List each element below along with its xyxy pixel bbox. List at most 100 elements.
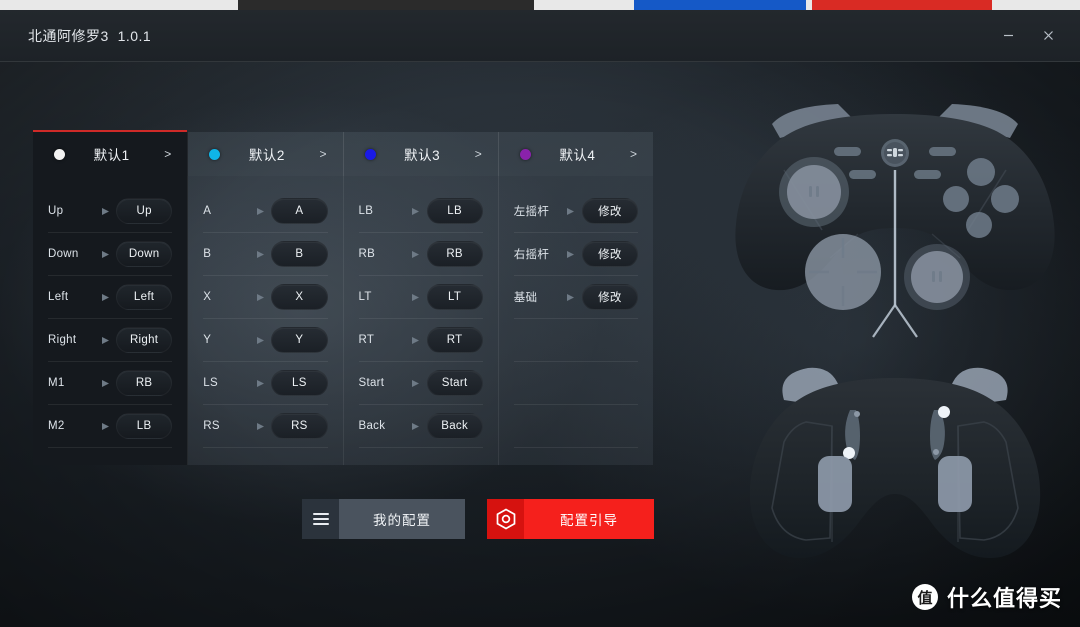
arrow-right-icon [94, 422, 116, 431]
shoulder-and-system-panel: LB LB RB RB LT LT RT RT Start Start Back… [343, 176, 499, 465]
mapping-target-button[interactable]: LT [426, 284, 483, 310]
mapping-target-button[interactable]: LB [426, 198, 483, 224]
application-root: 北通阿修罗3 1.0.1 默认1 > 默认2 > 默认3 > 默认4 > Up … [0, 0, 1080, 627]
mapping-row: LB LB [358, 190, 483, 233]
mapping-source-label: Y [203, 334, 212, 346]
mapping-row: Up Up [48, 190, 173, 233]
mapping-source-label: 右摇杆 [513, 249, 550, 261]
mapping-source-label: RS [203, 420, 220, 432]
mapping-target-button[interactable]: LS [271, 370, 328, 396]
mapping-row: M1 RB [48, 362, 173, 405]
tab-profile-3[interactable]: 默认3 > [343, 132, 499, 176]
mapping-row: 左摇杆 修改 [513, 190, 638, 233]
mapping-target-button[interactable]: Right [116, 327, 173, 353]
mapping-source-label: LS [203, 377, 218, 389]
mapping-target-button[interactable]: RS [271, 413, 328, 439]
dpad-and-macro-panel: Up Up Down Down Left Left Right Right M1… [33, 176, 189, 465]
action-buttons: 我的配置 配置引导 [302, 499, 654, 539]
mapping-source-label: LB [358, 205, 374, 217]
mapping-target-button[interactable]: Back [426, 413, 483, 439]
mapping-target-button[interactable]: Y [271, 327, 328, 353]
arrow-right-icon [94, 293, 116, 302]
mapping-row-empty [513, 319, 638, 362]
mapping-source-label: B [203, 248, 212, 260]
chevron-right-icon-4[interactable]: > [630, 147, 637, 161]
mapping-source-label: RT [358, 334, 375, 346]
profile-tab-bar: 默认1 > 默认2 > 默认3 > 默认4 > [33, 130, 653, 176]
my-config-button[interactable]: 我的配置 [302, 499, 465, 539]
sticks-and-basic-panel: 左摇杆 修改 右摇杆 修改 基础 修改 [498, 176, 653, 465]
background-strip-dark [238, 0, 534, 10]
arrow-right-icon [249, 293, 271, 302]
mapping-row: LS LS [203, 362, 328, 405]
mapping-target-button[interactable]: LB [116, 413, 173, 439]
face-buttons-panel: A A B B X X Y Y LS LS RS RS [188, 176, 344, 465]
mapping-row-empty [513, 405, 638, 448]
arrow-right-icon [249, 379, 271, 388]
background-strip-blue [634, 0, 806, 10]
mapping-source-label: 左摇杆 [513, 206, 550, 218]
mapping-row: Right Right [48, 319, 173, 362]
tab-profile-4[interactable]: 默认4 > [498, 132, 653, 176]
minimize-button[interactable] [990, 20, 1026, 50]
chevron-right-icon-3[interactable]: > [475, 147, 482, 161]
stick-modify-button[interactable]: 修改 [581, 241, 638, 267]
mapping-row: RB RB [358, 233, 483, 276]
stick-modify-button[interactable]: 修改 [581, 198, 638, 224]
mapping-source-label: Back [358, 420, 386, 432]
hamburger-menu-icon [302, 499, 339, 539]
mapping-source-label: Left [48, 291, 69, 303]
arrow-right-icon [405, 250, 427, 259]
arrow-right-icon [405, 422, 427, 431]
mapping-panels: Up Up Down Down Left Left Right Right M1… [33, 176, 653, 465]
mapping-target-button[interactable]: B [271, 241, 328, 267]
chevron-right-icon-2[interactable]: > [319, 147, 326, 161]
mapping-row: M2 LB [48, 405, 173, 448]
controller-illustration [710, 62, 1080, 562]
controller-back-view [749, 367, 1041, 558]
close-icon [1043, 30, 1053, 40]
config-guide-button[interactable]: 配置引导 [487, 499, 654, 539]
mapping-target-button[interactable]: RB [116, 370, 173, 396]
mapping-row: Back Back [358, 405, 483, 448]
arrow-right-icon [560, 293, 582, 302]
mapping-row: B B [203, 233, 328, 276]
mapping-target-button[interactable]: Left [116, 284, 173, 310]
arrow-right-icon [249, 336, 271, 345]
arrow-right-icon [249, 250, 271, 259]
mapping-source-label: Down [48, 248, 79, 260]
mapping-target-button[interactable]: Up [116, 198, 173, 224]
mapping-row: 右摇杆 修改 [513, 233, 638, 276]
mapping-target-button[interactable]: A [271, 198, 328, 224]
background-page-strip [0, 0, 1080, 10]
mapping-row: Start Start [358, 362, 483, 405]
hexagon-target-icon [487, 499, 524, 539]
arrow-right-icon [94, 379, 116, 388]
app-title: 北通阿修罗3 1.0.1 [28, 28, 152, 44]
title-bar: 北通阿修罗3 1.0.1 [0, 10, 1080, 62]
mapping-source-label: M1 [48, 377, 65, 389]
mapping-source-label: Start [358, 377, 385, 389]
tab-profile-1[interactable]: 默认1 > [33, 130, 189, 176]
mapping-row: X X [203, 276, 328, 319]
arrow-right-icon [94, 250, 116, 259]
mapping-target-button[interactable]: X [271, 284, 328, 310]
mapping-row: LT LT [358, 276, 483, 319]
watermark-text: 什么值得买 [946, 586, 1062, 611]
mapping-row: Down Down [48, 233, 173, 276]
arrow-right-icon [405, 336, 427, 345]
window-controls [990, 20, 1066, 50]
mapping-target-button[interactable]: Start [426, 370, 483, 396]
arrow-right-icon [249, 207, 271, 216]
mapping-target-button[interactable]: Down [116, 241, 173, 267]
minimize-icon [1003, 34, 1013, 36]
basic-modify-button[interactable]: 修改 [581, 284, 638, 310]
chevron-right-icon-1[interactable]: > [164, 147, 171, 161]
tab-profile-2[interactable]: 默认2 > [188, 132, 344, 176]
close-button[interactable] [1030, 20, 1066, 50]
watermark-badge-icon: 值 [911, 584, 938, 610]
app-window: 北通阿修罗3 1.0.1 默认1 > 默认2 > 默认3 > 默认4 > Up … [0, 10, 1080, 627]
mapping-target-button[interactable]: RT [426, 327, 483, 353]
mapping-target-button[interactable]: RB [426, 241, 483, 267]
mapping-row-empty [513, 362, 638, 405]
